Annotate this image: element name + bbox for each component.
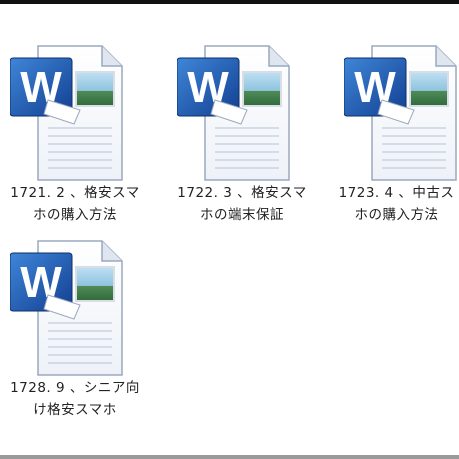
file-name: 1721. 2 、格安スマ ホの購入方法 — [10, 185, 140, 223]
top-border — [0, 0, 459, 4]
file-name: 1723. 4 、中古ス ホの購入方法 — [338, 185, 455, 223]
file-item[interactable]: W 1721. 2 、格安スマ ホの購入方法 — [0, 40, 150, 230]
file-item[interactable]: W 1722. 3 、格安スマ ホの端末保証 — [167, 40, 317, 230]
word-document-icon: W — [10, 45, 123, 181]
file-item[interactable]: W 1723. 4 、中古ス ホの購入方法 — [334, 40, 459, 230]
file-name: 1722. 3 、格安スマ ホの端末保証 — [177, 185, 307, 223]
bottom-border — [0, 455, 459, 459]
word-document-icon: W — [177, 45, 290, 181]
file-name: 1728. 9 、シニア向 け格安スマホ — [10, 380, 140, 418]
file-item[interactable]: W 1728. 9 、シニア向 け格安スマホ — [0, 235, 150, 425]
word-document-icon: W — [10, 240, 123, 376]
word-document-icon: W — [344, 45, 457, 181]
